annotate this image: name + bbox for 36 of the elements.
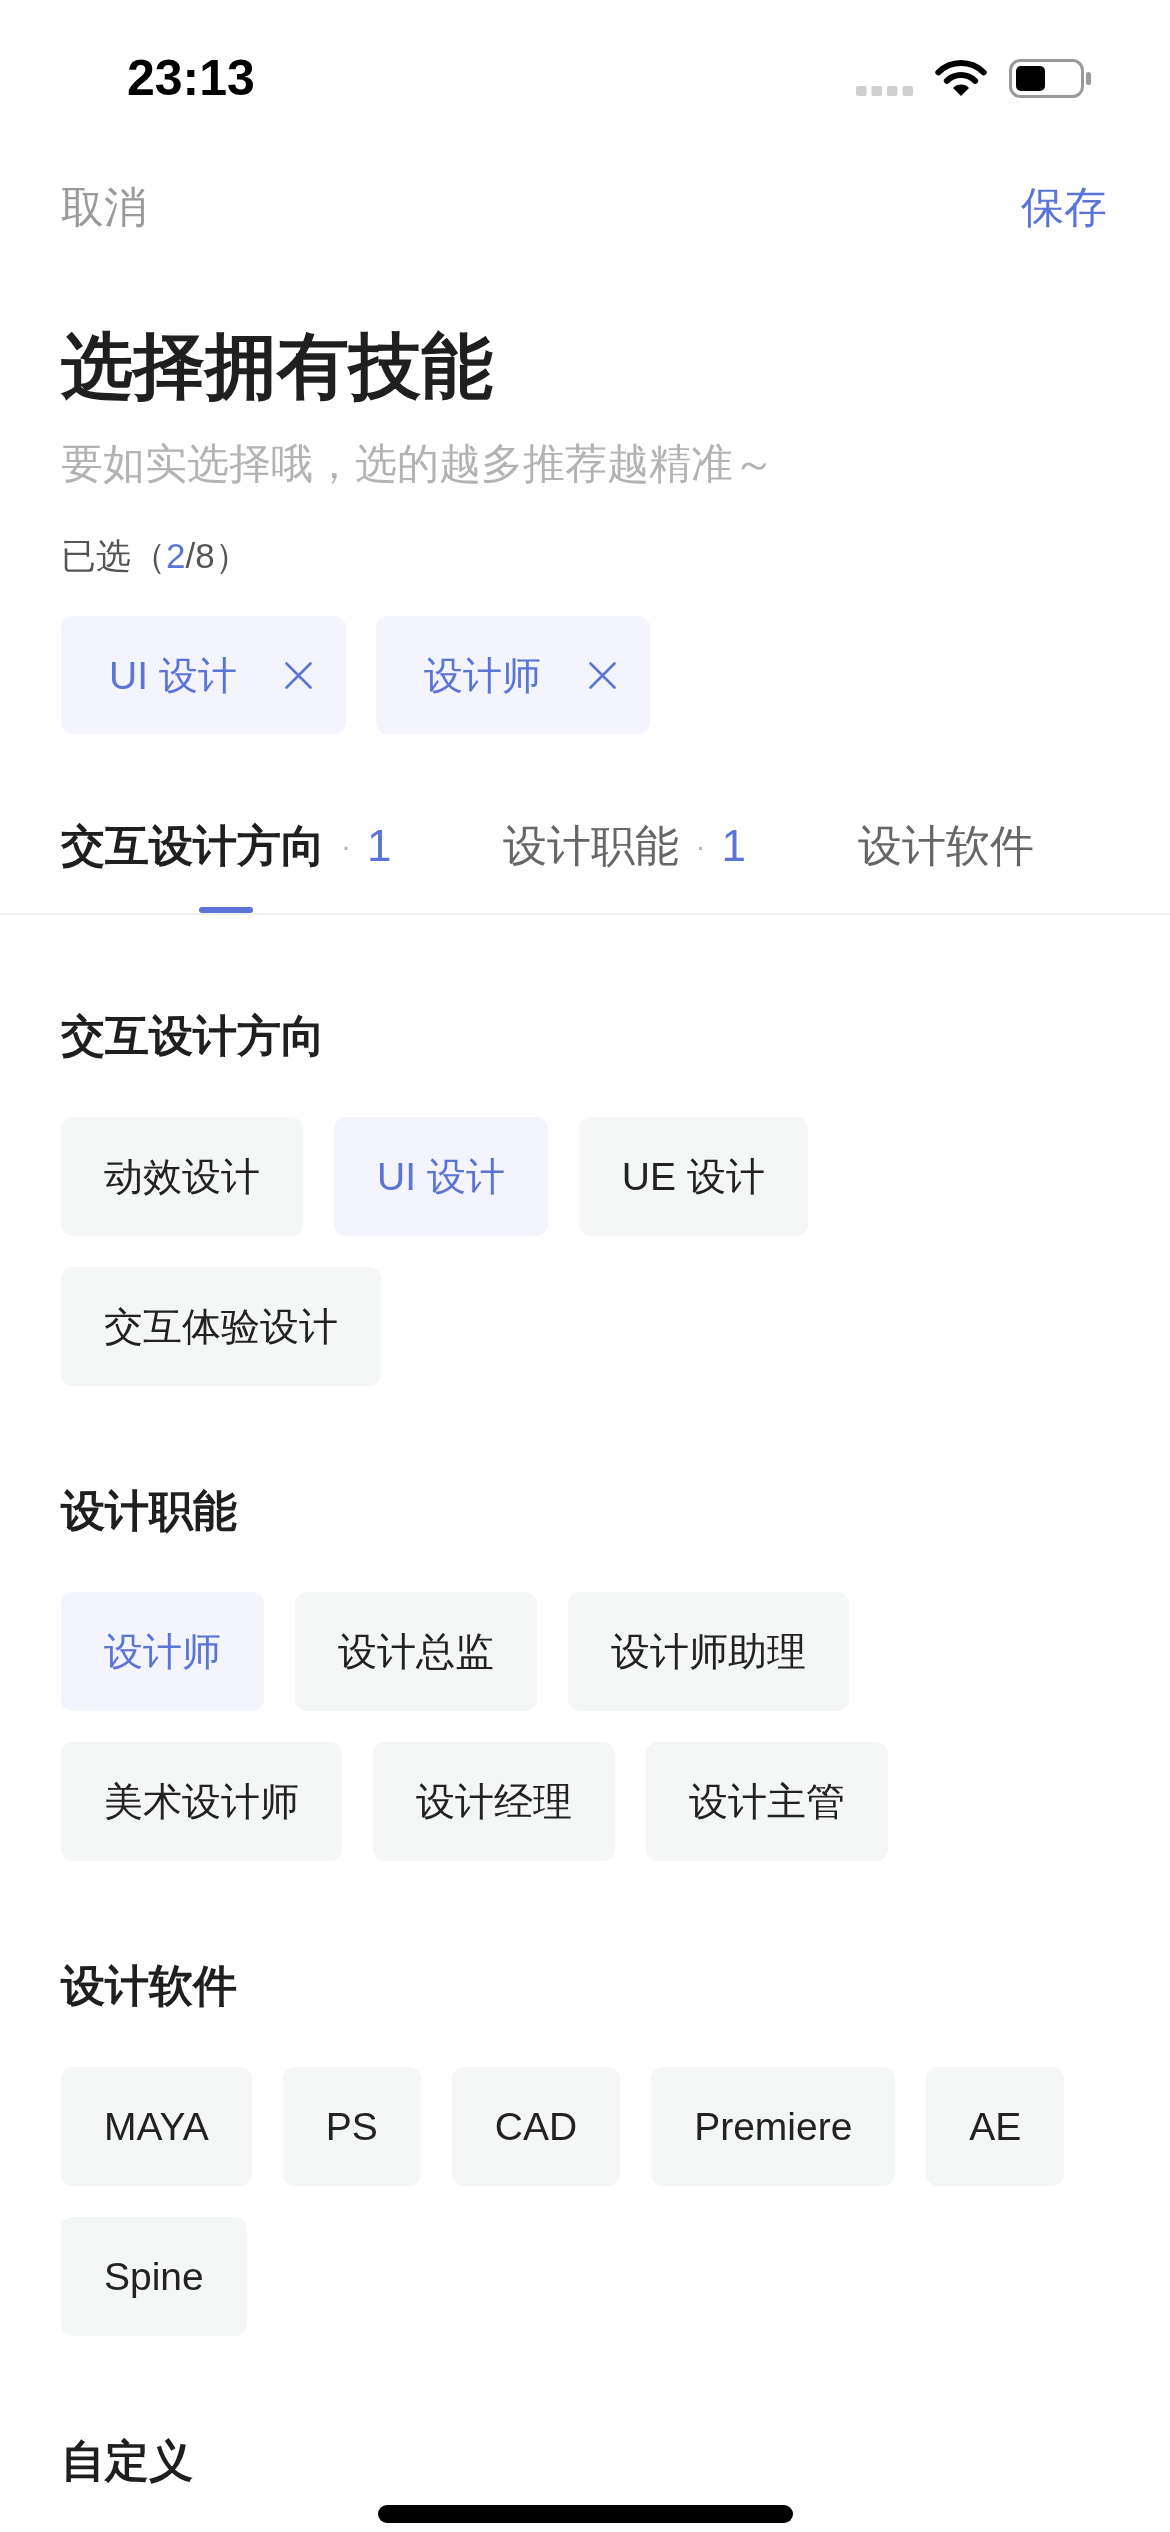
- skill-option[interactable]: Spine: [61, 2217, 247, 2336]
- skill-option[interactable]: UE 设计: [578, 1117, 808, 1236]
- tag-label: UI 设计: [109, 655, 237, 695]
- skill-option[interactable]: 设计师: [61, 1592, 264, 1711]
- skill-option[interactable]: 设计经理: [373, 1742, 615, 1861]
- category-tab[interactable]: 设计职能 · 1: [503, 822, 746, 913]
- skill-option[interactable]: Premiere: [651, 2067, 896, 2186]
- tab-indicator: [199, 907, 254, 913]
- section-title: 设计职能: [61, 1487, 237, 1535]
- tag-label: 设计师: [423, 655, 541, 695]
- category-tab[interactable]: 交互设计方向 · 1: [61, 822, 392, 913]
- skill-option[interactable]: AE: [926, 2067, 1065, 2186]
- skill-option[interactable]: 美术设计师: [61, 1742, 342, 1861]
- skill-option[interactable]: 设计师助理: [568, 1592, 849, 1711]
- skill-option[interactable]: UI 设计: [334, 1117, 548, 1236]
- skill-option[interactable]: 交互体验设计: [61, 1267, 381, 1386]
- skill-option[interactable]: PS: [282, 2067, 421, 2186]
- section-title: 设计软件: [61, 1962, 237, 2010]
- skill-option[interactable]: CAD: [451, 2067, 621, 2186]
- skill-option[interactable]: MAYA: [61, 2067, 252, 2186]
- selected-count: 已选（2/8）: [61, 536, 250, 576]
- section-title: 交互设计方向: [61, 1012, 325, 1060]
- page-title: 选择拥有技能: [61, 326, 493, 406]
- save-button[interactable]: 保存: [1021, 185, 1107, 229]
- skill-option[interactable]: 设计总监: [295, 1592, 537, 1711]
- close-icon[interactable]: [284, 661, 312, 689]
- battery-icon: [1009, 58, 1091, 98]
- page-subtitle: 要如实选择哦，选的越多推荐越精准～: [61, 440, 775, 488]
- section-title: 自定义: [61, 2437, 193, 2485]
- close-icon[interactable]: [588, 661, 616, 689]
- skill-option[interactable]: 设计主管: [646, 1742, 888, 1861]
- category-tab[interactable]: 设计软件: [857, 822, 1034, 913]
- status-time: 23:13: [127, 53, 255, 103]
- signal-icon: [856, 86, 913, 96]
- wifi-icon: [935, 59, 987, 97]
- skill-option[interactable]: 动效设计: [61, 1117, 303, 1236]
